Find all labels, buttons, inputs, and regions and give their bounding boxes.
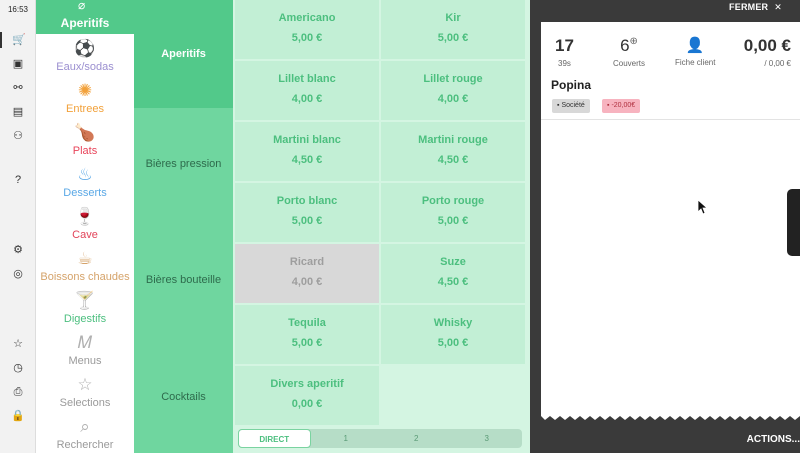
gear-icon[interactable]: ⚙	[0, 242, 36, 258]
product-lillet-rouge[interactable]: Lillet rouge 4,00 €	[381, 61, 525, 120]
category-rechercher[interactable]: ⌕ Rechercher	[36, 416, 134, 453]
cart-icon[interactable]: 🛒	[0, 32, 36, 48]
category-boissons-chaudes[interactable]: ☕ Boissons chaudes	[36, 248, 134, 290]
page-tab-3[interactable]: 3	[452, 429, 523, 448]
chicken-icon: 🍗	[74, 123, 96, 142]
ball-icon: ⚽	[74, 39, 96, 58]
cash-register-icon[interactable]: ▣	[0, 56, 36, 72]
help-icon[interactable]: ?	[0, 172, 36, 188]
wine-glass-icon: 🍷	[74, 207, 96, 226]
category-cave[interactable]: 🍷 Cave	[36, 206, 134, 248]
category-desserts[interactable]: ♨ Desserts	[36, 164, 134, 206]
category-plats[interactable]: 🍗 Plats	[36, 122, 134, 164]
aperitif-glass-icon: ⌀	[78, 0, 86, 12]
product-tequila[interactable]: Tequila 5,00 €	[235, 305, 379, 364]
ticket-divider	[541, 119, 800, 120]
category-entrees[interactable]: ✺ Entrees	[36, 80, 134, 122]
covers-stat[interactable]: 6⊕ Couverts	[613, 36, 645, 68]
ticket-name: Popina	[551, 78, 592, 92]
settings-icon[interactable]: ⚯	[0, 80, 36, 96]
dashboard-icon[interactable]: ◎	[0, 266, 36, 282]
users-icon[interactable]: ⚇	[0, 128, 36, 144]
clock-time: 16:53	[7, 5, 29, 14]
ticket-zigzag-edge	[541, 412, 800, 420]
lock-icon[interactable]: 🔒	[0, 408, 36, 424]
product-americano[interactable]: Americano 5,00 €	[235, 0, 379, 59]
candy-icon: ✺	[77, 81, 93, 100]
user-icon: 👤	[685, 37, 705, 54]
category-eaux-sodas[interactable]: ⚽ Eaux/sodas	[36, 38, 134, 80]
menu-icon: 𝑀	[77, 333, 93, 352]
cupcake-icon: ♨	[77, 165, 93, 184]
printer-icon[interactable]: ⎙	[0, 384, 36, 400]
actions-button[interactable]: ACTIONS...	[747, 434, 800, 445]
table-stat[interactable]: 17 39s	[555, 36, 574, 68]
calendar-icon[interactable]: ▤	[0, 104, 36, 120]
subcategory-aperitifs[interactable]: Aperitifs	[134, 0, 233, 108]
drawer-handle[interactable]	[787, 189, 800, 256]
product-porto-rouge[interactable]: Porto rouge 5,00 €	[381, 183, 525, 242]
total-sub: / 0,00 €	[764, 59, 791, 68]
product-martini-blanc[interactable]: Martini blanc 4,50 €	[235, 122, 379, 181]
customer-label: Fiche client	[675, 58, 716, 67]
product-divers-aperitif[interactable]: Divers aperitif 0,00 €	[235, 366, 379, 425]
covers-label: Couverts	[613, 59, 646, 68]
elapsed-time: 39s	[558, 59, 571, 68]
product-whisky[interactable]: Whisky 5,00 €	[381, 305, 525, 364]
discount-badge[interactable]: ▪ -20,00€	[602, 99, 641, 113]
close-icon: ✕	[774, 2, 782, 12]
covers-count: 6	[620, 36, 630, 55]
subcategory-cocktails[interactable]: Cocktails	[134, 340, 233, 453]
digestif-glass-icon: 🍸	[74, 291, 96, 310]
company-badge[interactable]: ▪ Société	[552, 99, 590, 113]
star-icon[interactable]: ☆	[0, 336, 36, 352]
product-lillet-blanc[interactable]: Lillet blanc 4,00 €	[235, 61, 379, 120]
page-selector: DIRECT 1 2 3	[238, 429, 522, 448]
ticket-panel: 17 39s 6⊕ Couverts 👤 Fiche client 0,00 €…	[541, 22, 800, 414]
category-selections[interactable]: ☆ Selections	[36, 374, 134, 416]
customer-stat[interactable]: 👤 Fiche client	[675, 36, 715, 67]
category-digestifs[interactable]: 🍸 Digestifs	[36, 290, 134, 332]
close-button[interactable]: FERMER ✕	[729, 2, 782, 13]
mouse-cursor-icon	[698, 200, 708, 215]
product-ricard: Ricard 4,00 €	[235, 244, 379, 303]
table-number: 17	[555, 36, 574, 55]
coffee-cup-icon: ☕	[77, 249, 93, 268]
page-tab-2[interactable]: 2	[381, 429, 452, 448]
subcategory-bieres-bouteille[interactable]: Bières bouteille	[134, 220, 233, 340]
clock-icon[interactable]: ◷	[0, 360, 36, 376]
plus-circle-icon: ⊕	[629, 36, 638, 47]
subcategory-column: Aperitifs Bières pression Bières bouteil…	[134, 0, 233, 453]
product-porto-blanc[interactable]: Porto blanc 5,00 €	[235, 183, 379, 242]
ticket-stats: 17 39s 6⊕ Couverts 👤 Fiche client 0,00 €…	[541, 22, 800, 72]
product-grid: Americano 5,00 € Kir 5,00 € Lillet blanc…	[233, 0, 540, 453]
total-stat: 0,00 € / 0,00 €	[733, 36, 791, 68]
category-column: ⌀ Aperitifs ⚽ Eaux/sodas ✺ Entrees 🍗 Pla…	[36, 0, 134, 453]
left-rail: 16:53 🛒 ▣ ⚯ ▤ ⚇ ? ⚙ ◎ ☆ ◷ ⎙ 🔒	[0, 0, 36, 453]
page-tab-direct[interactable]: DIRECT	[238, 429, 311, 448]
product-suze[interactable]: Suze 4,50 €	[381, 244, 525, 303]
category-active-aperitifs[interactable]: ⌀ Aperitifs	[36, 0, 134, 34]
category-menus[interactable]: 𝑀 Menus	[36, 332, 134, 374]
search-icon: ⌕	[80, 417, 90, 436]
ticket-zone: FERMER ✕ 17 39s 6⊕ Couverts 👤 Fiche clien…	[530, 0, 800, 453]
page-tab-1[interactable]: 1	[311, 429, 382, 448]
star-icon: ☆	[77, 375, 93, 394]
total-amount: 0,00 €	[743, 36, 791, 55]
subcategory-bieres-pression[interactable]: Bières pression	[134, 108, 233, 220]
product-kir[interactable]: Kir 5,00 €	[381, 0, 525, 59]
product-martini-rouge[interactable]: Martini rouge 4,50 €	[381, 122, 525, 181]
